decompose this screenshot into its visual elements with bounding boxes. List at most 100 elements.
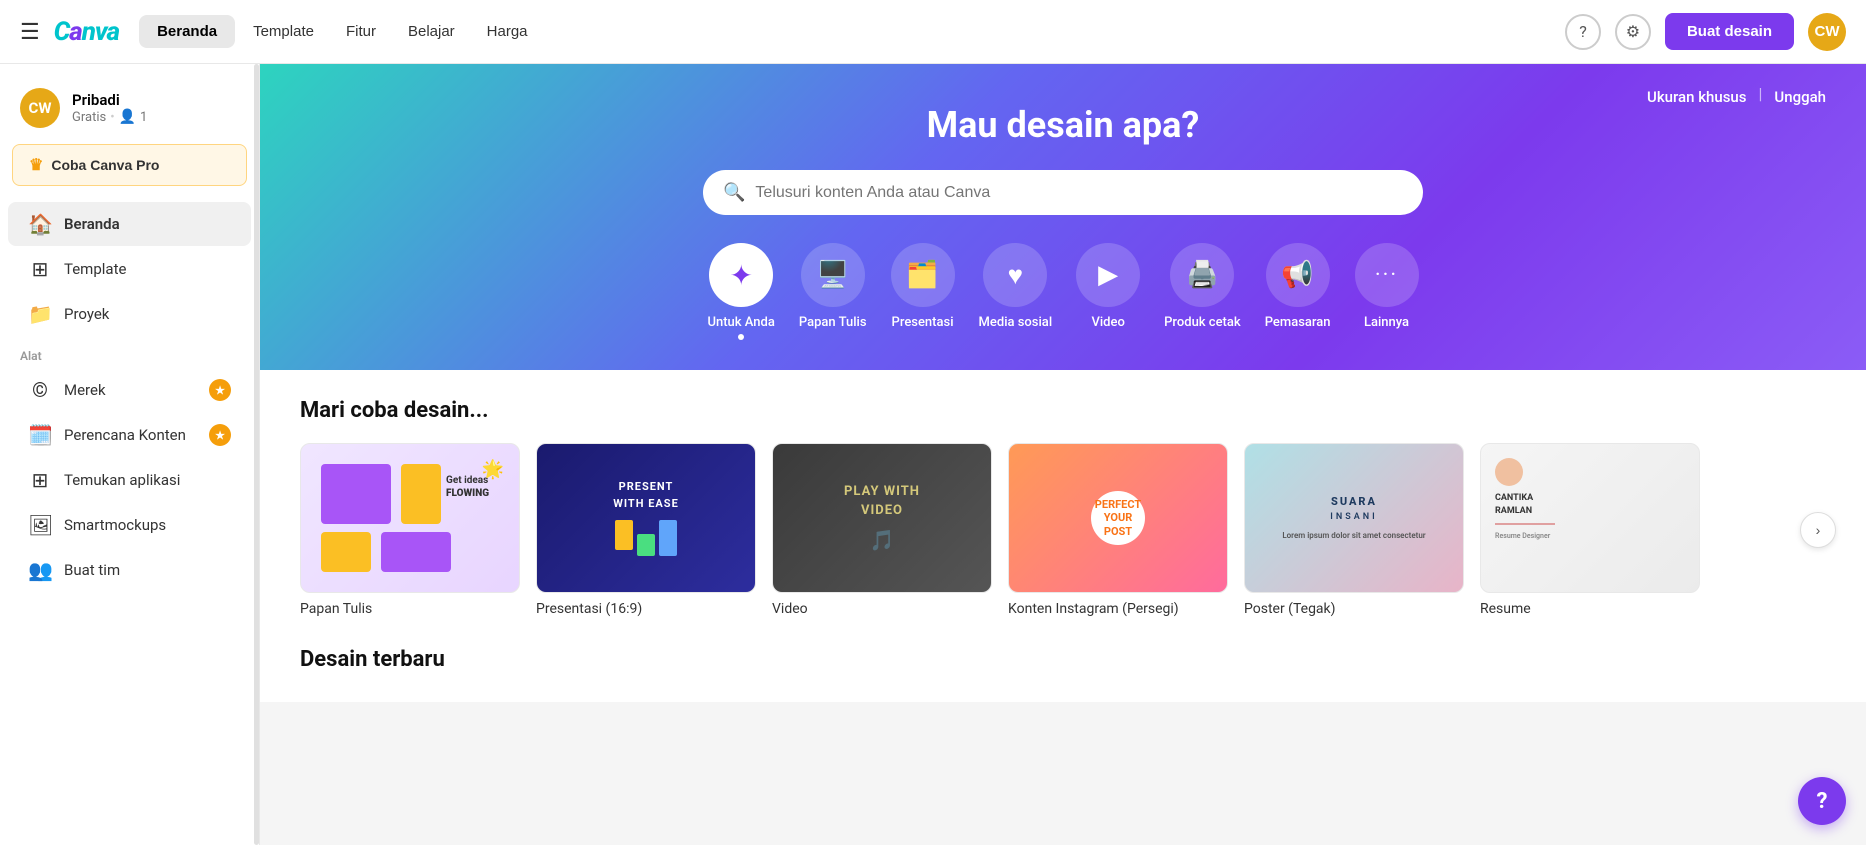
category-label: Pemasaran <box>1265 315 1331 330</box>
untuk-anda-circle: ✦ <box>709 243 773 307</box>
card-label-papan-tulis: Papan Tulis <box>300 601 520 617</box>
user-avatar-button[interactable]: CW <box>1808 13 1846 51</box>
section-recent-design: Desain terbaru <box>260 627 1866 702</box>
sidebar-section-alat: Alat <box>0 337 259 367</box>
category-presentasi[interactable]: 🗂️ Presentasi <box>891 243 955 340</box>
card-image-papan-tulis: Get ideasFLOWING 🌟 <box>300 443 520 593</box>
papan-tulis-circle: 🖥️ <box>801 243 865 307</box>
brand-icon: © <box>28 378 52 402</box>
sidebar-user: CW Pribadi Gratis • 👤 1 <box>0 80 259 144</box>
category-untuk-anda[interactable]: ✦ Untuk Anda <box>707 243 774 340</box>
pemasaran-circle: 📢 <box>1266 243 1330 307</box>
main-content: Ukuran khusus | Unggah Mau desain apa? 🔍… <box>260 64 1866 845</box>
sidebar: CW Pribadi Gratis • 👤 1 ♛ Coba Canva Pro… <box>0 64 260 845</box>
sidebar-nav-item-temukan-aplikasi[interactable]: ⊞ Temukan aplikasi <box>8 458 251 502</box>
topnav: ☰ Canva Beranda Template Fitur Belajar H… <box>0 0 1866 64</box>
template-nav-button[interactable]: Template <box>239 15 328 48</box>
search-icon: 🔍 <box>723 182 745 203</box>
presentation-icon: 🗂️ <box>906 260 938 290</box>
apps-icon: ⊞ <box>28 468 52 492</box>
badge-merek: ★ <box>209 379 231 401</box>
whiteboard-icon: 🖥️ <box>817 260 849 290</box>
card-image-instagram: PERFECTYOUR POST <box>1008 443 1228 593</box>
sidebar-nav-item-beranda[interactable]: 🏠 Beranda <box>8 202 251 246</box>
beranda-nav-button[interactable]: Beranda <box>139 15 235 48</box>
star-icon: ✦ <box>729 259 752 292</box>
cards-next-button[interactable]: › <box>1800 512 1836 548</box>
design-card-instagram[interactable]: PERFECTYOUR POST Konten Instagram (Perse… <box>1008 443 1228 617</box>
sidebar-nav-item-merek[interactable]: © Merek ★ <box>8 368 251 412</box>
search-input[interactable] <box>755 184 1403 202</box>
category-produk-cetak[interactable]: 🖨️ Produk cetak <box>1164 243 1241 340</box>
category-video[interactable]: ▶ Video <box>1076 243 1140 340</box>
sidebar-nav-item-buat-tim[interactable]: 👥 Buat tim <box>8 548 251 592</box>
help-icon[interactable]: ? <box>1565 14 1601 50</box>
card-label-presentasi: Presentasi (16:9) <box>536 601 756 617</box>
avatar: CW <box>20 88 60 128</box>
megaphone-icon: 📢 <box>1281 260 1313 290</box>
category-papan-tulis[interactable]: 🖥️ Papan Tulis <box>799 243 867 340</box>
team-icon: 👥 <box>28 558 52 582</box>
design-card-presentasi[interactable]: PRESENT WITH EASE Presentasi (16:9) <box>536 443 756 617</box>
user-name: Pribadi <box>72 91 147 109</box>
help-bubble[interactable]: ? <box>1798 777 1846 825</box>
category-label: Media sosial <box>979 315 1053 330</box>
hamburger-button[interactable]: ☰ <box>20 19 40 45</box>
design-cards: Get ideasFLOWING 🌟 Papan Tulis PRESENT W… <box>300 443 1826 617</box>
lainnya-circle: ··· <box>1355 243 1419 307</box>
settings-icon[interactable]: ⚙ <box>1615 14 1651 50</box>
crown-icon: ♛ <box>29 155 43 175</box>
sidebar-nav-item-template[interactable]: ⊞ Template <box>8 247 251 291</box>
template-icon: ⊞ <box>28 257 52 281</box>
unggah-link[interactable]: Unggah <box>1774 84 1826 110</box>
category-media-sosial[interactable]: ♥ Media sosial <box>979 243 1053 340</box>
heart-icon: ♥ <box>1008 260 1023 291</box>
buat-desain-button[interactable]: Buat desain <box>1665 13 1794 50</box>
section-try-design: Mari coba desain... Get ideasFLOWING 🌟 <box>260 370 1866 627</box>
harga-nav-button[interactable]: Harga <box>473 15 542 48</box>
fitur-nav-button[interactable]: Fitur <box>332 15 390 48</box>
calendar-icon: 🗓️ <box>28 423 52 447</box>
hero-categories: ✦ Untuk Anda 🖥️ Papan Tulis 🗂️ Presentas… <box>320 243 1806 340</box>
coba-canva-pro-button[interactable]: ♛ Coba Canva Pro <box>12 144 247 186</box>
nav-right: ? ⚙ Buat desain CW <box>1565 13 1846 51</box>
category-pemasaran[interactable]: 📢 Pemasaran <box>1265 243 1331 340</box>
hero-top-right: Ukuran khusus | Unggah <box>1647 84 1826 110</box>
category-label: Produk cetak <box>1164 315 1241 330</box>
design-card-papan-tulis[interactable]: Get ideasFLOWING 🌟 Papan Tulis <box>300 443 520 617</box>
presentasi-circle: 🗂️ <box>891 243 955 307</box>
section-recent-title: Desain terbaru <box>300 647 1826 672</box>
hero-section: Ukuran khusus | Unggah Mau desain apa? 🔍… <box>260 64 1866 370</box>
user-plan: Gratis • 👤 1 <box>72 109 147 125</box>
category-lainnya[interactable]: ··· Lainnya <box>1355 243 1419 340</box>
produk-cetak-circle: 🖨️ <box>1170 243 1234 307</box>
more-icon: ··· <box>1375 263 1398 288</box>
card-label-resume: Resume <box>1480 601 1700 617</box>
video-circle: ▶ <box>1076 243 1140 307</box>
belajar-nav-button[interactable]: Belajar <box>394 15 469 48</box>
mockup-icon: 🖼 <box>28 513 52 537</box>
section-try-title: Mari coba desain... <box>300 398 1826 423</box>
design-card-resume[interactable]: CANTIKA RAMLAN Resume Designer Resume <box>1480 443 1700 617</box>
card-image-poster: SUARA INSANI Lorem ipsum dolor sit amet … <box>1244 443 1464 593</box>
video-icon: ▶ <box>1098 260 1118 290</box>
sidebar-scrollbar <box>254 64 259 845</box>
card-label-poster: Poster (Tegak) <box>1244 601 1464 617</box>
design-cards-wrapper: Get ideasFLOWING 🌟 Papan Tulis PRESENT W… <box>300 443 1826 617</box>
hero-title: Mau desain apa? <box>320 104 1806 146</box>
sidebar-nav-item-perencana-konten[interactable]: 🗓️ Perencana Konten ★ <box>8 413 251 457</box>
folder-icon: 📁 <box>28 302 52 326</box>
sidebar-user-info: Pribadi Gratis • 👤 1 <box>72 91 147 125</box>
sidebar-nav-item-proyek[interactable]: 📁 Proyek <box>8 292 251 336</box>
card-image-resume: CANTIKA RAMLAN Resume Designer <box>1480 443 1700 593</box>
category-label: Video <box>1091 315 1124 330</box>
category-label: Lainnya <box>1364 315 1409 330</box>
design-card-video[interactable]: PLAY WITH VIDEO 🎵 Video <box>772 443 992 617</box>
media-sosial-circle: ♥ <box>983 243 1047 307</box>
card-image-presentasi: PRESENT WITH EASE <box>536 443 756 593</box>
design-card-poster[interactable]: SUARA INSANI Lorem ipsum dolor sit amet … <box>1244 443 1464 617</box>
category-label: Untuk Anda <box>707 315 774 330</box>
sidebar-nav-item-smartmockups[interactable]: 🖼 Smartmockups <box>8 503 251 547</box>
category-label: Papan Tulis <box>799 315 867 330</box>
ukuran-khusus-link[interactable]: Ukuran khusus <box>1647 84 1746 110</box>
